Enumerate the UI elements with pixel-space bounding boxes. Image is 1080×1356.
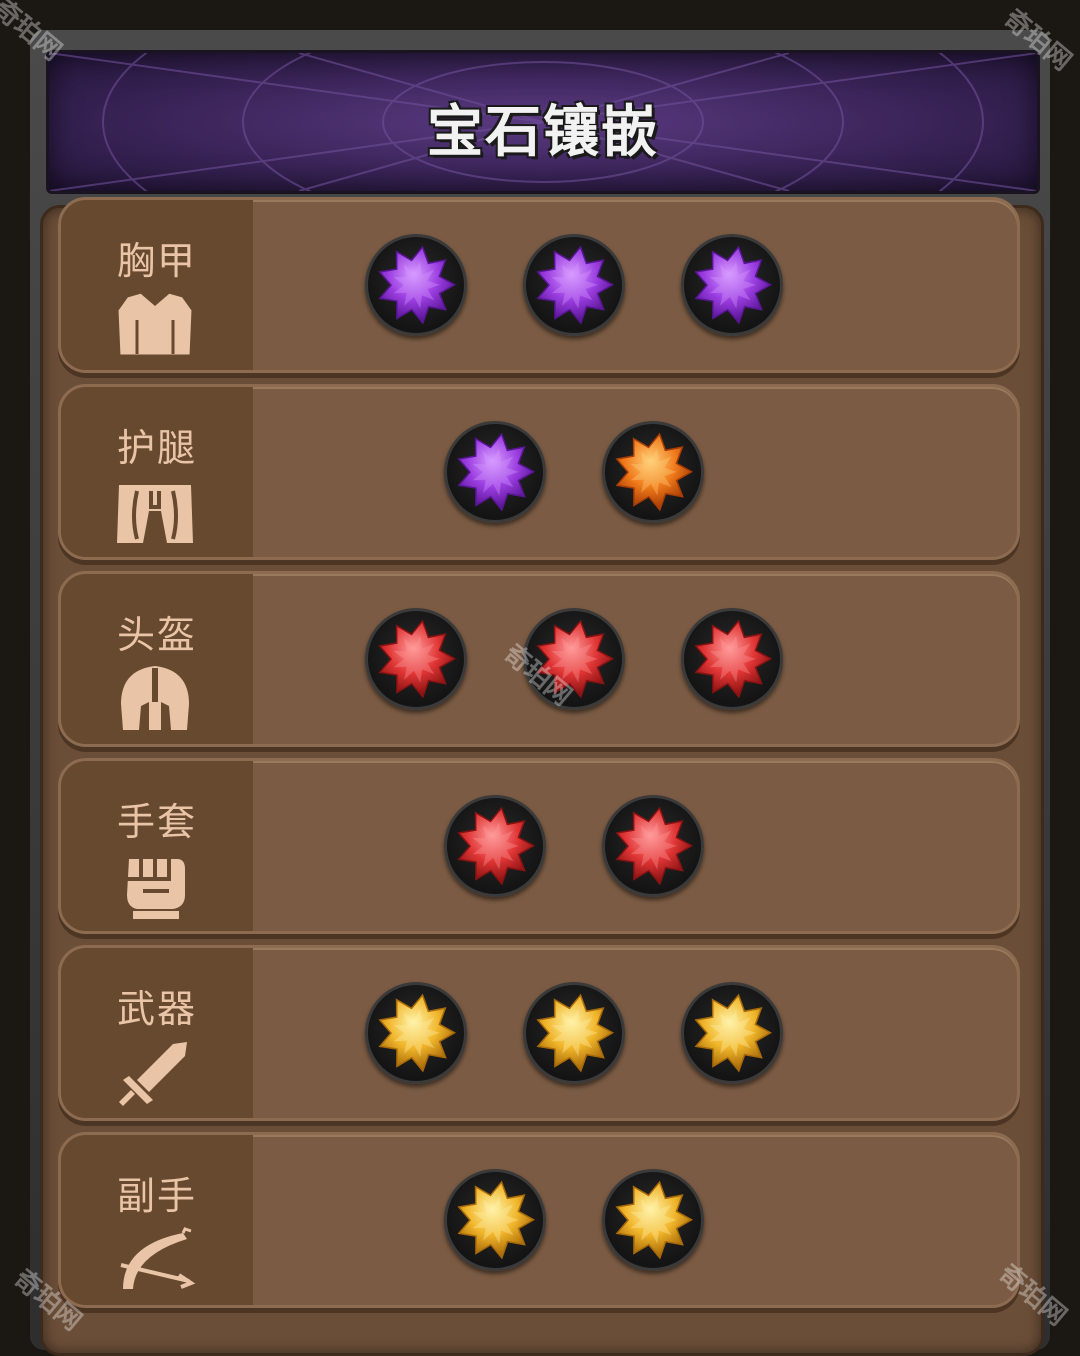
equipment-row[interactable]: 护腿 xyxy=(58,384,1020,560)
slot-label: 武器 xyxy=(116,987,197,1031)
sword-icon xyxy=(113,1038,197,1108)
gem-socket-red[interactable] xyxy=(365,608,467,710)
slot-label-column: 头盔 xyxy=(61,574,253,744)
slot-label: 头盔 xyxy=(116,613,197,657)
gem-socket-gold[interactable] xyxy=(444,1169,546,1271)
gem-socket-red[interactable] xyxy=(681,608,783,710)
slot-label-column: 胸甲 xyxy=(61,200,253,370)
gem-socket-orange[interactable] xyxy=(602,421,704,523)
slot-label: 手套 xyxy=(116,800,197,844)
gem-socket-gold[interactable] xyxy=(365,982,467,1084)
fist-gauntlet-icon xyxy=(113,851,197,921)
equipment-row[interactable]: 手套 xyxy=(58,758,1020,934)
gem-socket-red[interactable] xyxy=(602,795,704,897)
gem-socket-purple[interactable] xyxy=(444,421,546,523)
page-title: 宝石镶嵌 xyxy=(427,100,659,165)
equipment-row[interactable]: 胸甲 xyxy=(58,197,1020,373)
gem-socket-red[interactable] xyxy=(444,795,546,897)
slot-label: 副手 xyxy=(116,1174,197,1218)
slot-label-column: 手套 xyxy=(61,761,253,931)
equipment-row[interactable]: 副手 xyxy=(58,1132,1020,1308)
slot-label-column: 武器 xyxy=(61,948,253,1118)
gem-socket-gold[interactable] xyxy=(523,982,625,1084)
title-banner: 宝石镶嵌 xyxy=(46,50,1040,194)
slot-label-column: 护腿 xyxy=(61,387,253,557)
helmet-icon xyxy=(113,664,197,734)
bow-icon xyxy=(113,1225,197,1295)
slot-label: 护腿 xyxy=(116,426,197,470)
slot-label: 胸甲 xyxy=(116,239,197,283)
gem-socket-purple[interactable] xyxy=(681,234,783,336)
chest-armor-icon xyxy=(113,290,197,360)
equipment-row[interactable]: 武器 xyxy=(58,945,1020,1121)
leg-armor-icon xyxy=(113,477,197,547)
gem-socket-purple[interactable] xyxy=(523,234,625,336)
slot-label-column: 副手 xyxy=(61,1135,253,1305)
gem-socket-gold[interactable] xyxy=(681,982,783,1084)
gem-socket-purple[interactable] xyxy=(365,234,467,336)
gem-socket-gold[interactable] xyxy=(602,1169,704,1271)
